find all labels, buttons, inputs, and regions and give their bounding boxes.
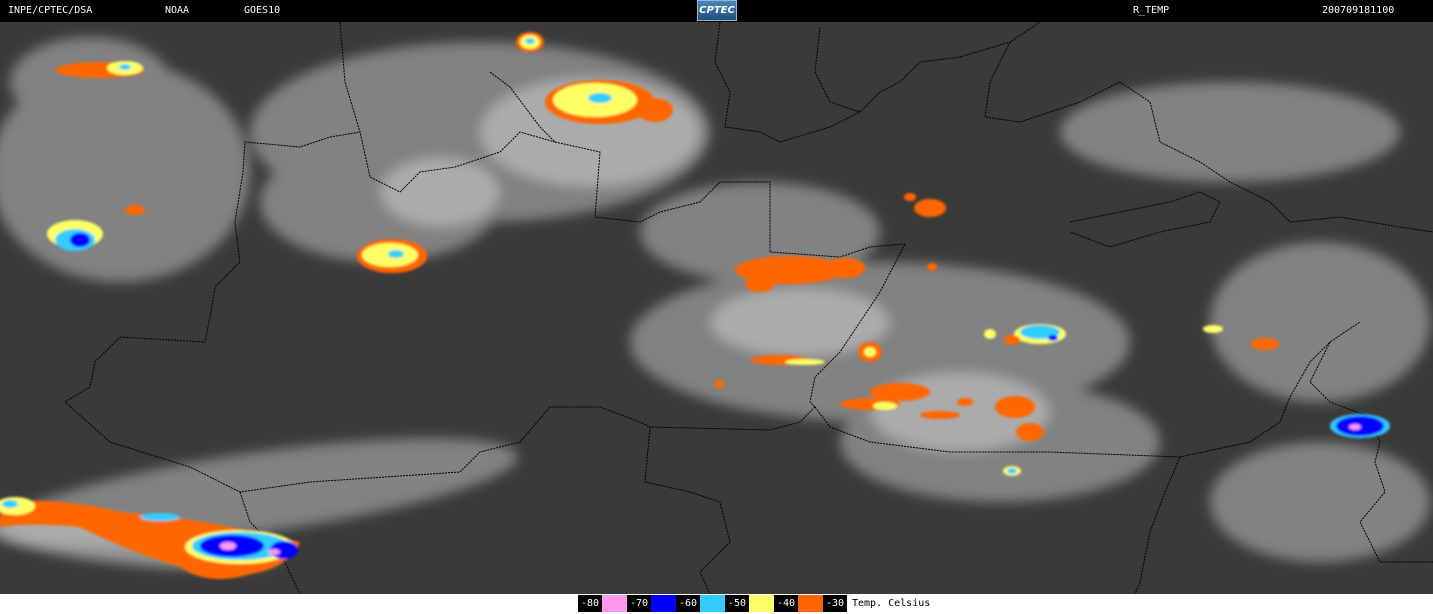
satellite-image [0, 22, 1433, 594]
legend-swatch [651, 595, 676, 612]
satellite-map-svg [0, 22, 1433, 594]
legend-item: -30 [823, 595, 847, 612]
storm-central-west [357, 239, 427, 273]
cptec-logo: CPTEC [697, 0, 737, 21]
legend-label: -30 [823, 595, 847, 612]
legend-swatch [700, 595, 725, 612]
source-label: INPE/CPTEC/DSA [8, 5, 93, 16]
satellite-label: GOES10 [244, 5, 281, 16]
legend-label: -70 [627, 595, 651, 612]
agency-label: NOAA [165, 5, 190, 16]
legend-label: -80 [578, 595, 602, 612]
legend-swatch [798, 595, 823, 612]
legend-label: -60 [676, 595, 700, 612]
storm-east [1330, 414, 1390, 438]
legend-label: -40 [774, 595, 798, 612]
legend-title: Temp. Celsius [852, 598, 931, 609]
legend-label: -50 [725, 595, 749, 612]
datetime-label: 200709181100 [1322, 5, 1395, 16]
legend-swatch [749, 595, 774, 612]
legend-item: -50 [725, 595, 774, 612]
legend-item: -40 [774, 595, 823, 612]
legend-item: -80 [578, 595, 627, 612]
legend-swatch [602, 595, 627, 612]
temperature-legend: -80 -70 -60 -50 -40 -30 Temp. Celsius [578, 595, 930, 612]
legend-item: -70 [627, 595, 676, 612]
legend-item: -60 [676, 595, 725, 612]
header-bar: INPE/CPTEC/DSA NOAA GOES10 CPTEC R_TEMP … [0, 0, 1433, 22]
product-label: R_TEMP [1133, 5, 1170, 16]
